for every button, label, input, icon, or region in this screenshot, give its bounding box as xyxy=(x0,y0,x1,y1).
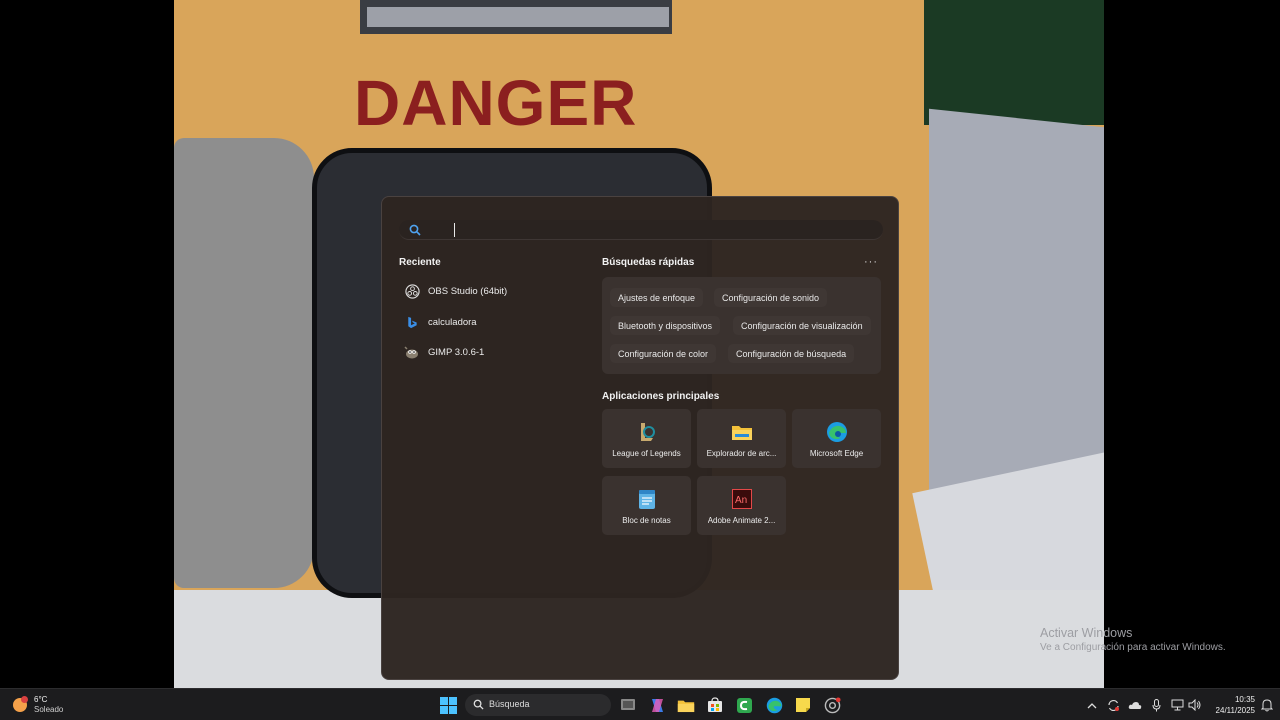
clock-date: 24/11/2025 xyxy=(1215,706,1255,715)
recent-item-calculadora[interactable]: calculadora xyxy=(404,310,584,334)
tray-volume[interactable] xyxy=(1186,697,1202,713)
quick-chip-config-color[interactable]: Configuración de color xyxy=(610,344,717,363)
app-tile-file-explorer[interactable]: Explorador de arc... xyxy=(697,409,786,468)
copilot-icon xyxy=(651,698,663,712)
recent-item-label: GIMP 3.0.6-1 xyxy=(428,346,485,358)
notifications-button[interactable] xyxy=(1259,697,1275,713)
start-search-box[interactable] xyxy=(399,220,883,240)
recent-item-label: calculadora xyxy=(428,316,477,328)
taskbar-sticky-notes[interactable] xyxy=(793,695,813,715)
app-tile-notepad[interactable]: Bloc de notas xyxy=(602,476,691,535)
notification-bell-icon xyxy=(1261,698,1273,711)
tray-sync[interactable] xyxy=(1105,697,1121,713)
edge-icon xyxy=(826,421,848,443)
network-icon xyxy=(1171,699,1183,711)
wallpaper-grey-bag xyxy=(174,138,314,588)
app-tile-microsoft-edge[interactable]: Microsoft Edge xyxy=(792,409,881,468)
quick-searches-panel: Ajustes de enfoque Configuración de soni… xyxy=(602,277,881,374)
wallpaper-plate-inner xyxy=(367,7,669,27)
app-tile-label: League of Legends xyxy=(612,449,681,458)
taskbar: 6°C Soleado Búsqueda 10:35 24/11/2025 xyxy=(0,688,1280,720)
activation-watermark: Activar Windows Ve a Configuración para … xyxy=(1040,626,1226,653)
taskbar-store[interactable] xyxy=(705,695,725,715)
tray-onedrive[interactable] xyxy=(1127,697,1143,713)
taskbar-search-label: Búsqueda xyxy=(489,699,530,709)
taskbar-edge[interactable] xyxy=(764,695,784,715)
app-tile-label: Adobe Animate 2... xyxy=(707,516,776,525)
task-view-button[interactable] xyxy=(618,695,638,715)
weather-temp: 6°C xyxy=(34,695,48,704)
bing-icon xyxy=(404,314,420,330)
chrome-icon xyxy=(824,696,841,713)
app-tile-label: Bloc de notas xyxy=(622,516,671,525)
svg-text:An: An xyxy=(735,495,747,506)
adobe-animate-icon: An xyxy=(731,488,753,510)
start-button[interactable] xyxy=(438,695,458,715)
taskbar-search[interactable]: Búsqueda xyxy=(465,694,611,716)
wallpaper-grey-wall xyxy=(929,108,1104,518)
search-icon xyxy=(473,699,484,710)
start-menu: Reciente OBS Studio (64bit) calculadora … xyxy=(381,196,899,680)
taskbar-copilot[interactable] xyxy=(647,695,667,715)
activation-title: Activar Windows xyxy=(1040,626,1133,640)
store-icon xyxy=(708,697,722,712)
app-tile-label: Microsoft Edge xyxy=(809,449,864,458)
clock[interactable]: 10:35 24/11/2025 xyxy=(1205,694,1255,716)
top-apps-title: Aplicaciones principales xyxy=(602,391,720,402)
cloud-icon xyxy=(1128,701,1142,709)
text-caret xyxy=(454,223,455,237)
taskbar-file-explorer[interactable] xyxy=(676,695,696,715)
wallpaper-green-area xyxy=(924,0,1104,125)
folder-icon xyxy=(677,700,695,712)
app-tile-label: Explorador de arc... xyxy=(706,449,777,458)
danger-sign-text: DANGER xyxy=(354,67,638,139)
task-view-icon xyxy=(621,699,635,710)
recent-title: Reciente xyxy=(399,257,441,268)
windows-icon xyxy=(439,696,457,714)
quick-chip-ajustes-enfoque[interactable]: Ajustes de enfoque xyxy=(610,288,704,307)
quick-chip-bluetooth[interactable]: Bluetooth y dispositivos xyxy=(610,316,721,335)
gimp-icon xyxy=(404,344,420,360)
edge-icon xyxy=(766,697,782,713)
tray-microphone[interactable] xyxy=(1148,697,1164,713)
tray-network[interactable] xyxy=(1169,697,1185,713)
weather-widget[interactable]: 6°C Soleado xyxy=(13,694,73,716)
activation-subtitle: Ve a Configuración para activar Windows. xyxy=(1040,642,1226,653)
weather-condition: Soleado xyxy=(34,705,64,714)
clock-time: 10:35 xyxy=(1234,695,1255,704)
camtasia-icon xyxy=(736,697,752,713)
recent-item-gimp[interactable]: GIMP 3.0.6-1 xyxy=(404,340,584,364)
taskbar-camtasia[interactable] xyxy=(734,695,754,715)
folder-icon xyxy=(731,421,753,443)
recent-item-label: OBS Studio (64bit) xyxy=(428,285,508,297)
taskbar-chrome[interactable] xyxy=(822,695,842,715)
app-tile-league-of-legends[interactable]: League of Legends xyxy=(602,409,691,468)
recent-item-obs[interactable]: OBS Studio (64bit) xyxy=(404,279,584,303)
quick-chip-config-visualizacion[interactable]: Configuración de visualización xyxy=(733,316,871,335)
sticky-notes-icon xyxy=(796,698,810,712)
start-search-input[interactable] xyxy=(459,220,859,240)
league-of-legends-icon xyxy=(636,421,658,443)
sync-icon xyxy=(1107,699,1119,711)
obs-icon xyxy=(404,283,420,299)
search-icon xyxy=(409,224,421,236)
notification-badge xyxy=(21,696,28,703)
microphone-icon xyxy=(1152,698,1160,711)
show-hidden-icons-button[interactable] xyxy=(1084,697,1100,713)
volume-icon xyxy=(1188,699,1200,711)
quick-searches-title: Búsquedas rápidas xyxy=(602,257,695,268)
notepad-icon xyxy=(636,488,658,510)
chevron-up-icon xyxy=(1087,702,1097,708)
app-tile-adobe-animate[interactable]: An Adobe Animate 2... xyxy=(697,476,786,535)
quick-chip-config-sonido[interactable]: Configuración de sonido xyxy=(714,288,828,307)
more-options-button[interactable]: ··· xyxy=(864,256,878,268)
quick-chip-config-busqueda[interactable]: Configuración de búsqueda xyxy=(728,344,855,363)
